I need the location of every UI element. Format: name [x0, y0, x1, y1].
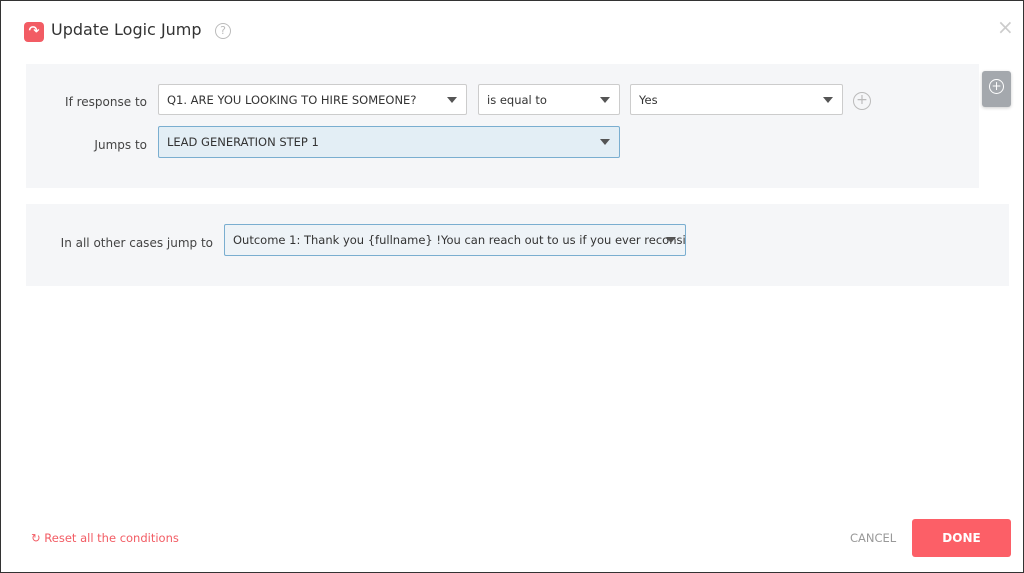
other-target-value: Outcome 1: Thank you {fullname} !You can…: [233, 233, 686, 247]
jump-target-value: LEAD GENERATION STEP 1: [167, 135, 319, 149]
value-value: Yes: [639, 92, 658, 107]
chevron-down-icon: [666, 237, 676, 243]
add-condition-icon[interactable]: +: [853, 92, 871, 110]
close-icon[interactable]: ×: [997, 15, 1014, 39]
chevron-down-icon: [600, 96, 610, 103]
reset-icon: ↻: [31, 531, 41, 545]
other-cases-select[interactable]: Outcome 1: Thank you {fullname} !You can…: [224, 224, 686, 256]
plus-circle-icon: +: [989, 79, 1004, 94]
if-response-label: If response to: [65, 95, 147, 109]
chevron-down-icon: [600, 139, 610, 145]
reset-label: Reset all the conditions: [44, 531, 179, 545]
other-cases-label: In all other cases jump to: [60, 236, 213, 250]
value-select[interactable]: Yes: [630, 84, 843, 115]
help-icon[interactable]: ?: [215, 23, 231, 39]
question-value: Q1. ARE YOU LOOKING TO HIRE SOMEONE?: [167, 92, 417, 107]
jumps-to-label: Jumps to: [94, 138, 147, 152]
cancel-button[interactable]: CANCEL: [850, 531, 896, 545]
reset-conditions-link[interactable]: ↻ Reset all the conditions: [31, 531, 179, 545]
question-select[interactable]: Q1. ARE YOU LOOKING TO HIRE SOMEONE?: [158, 84, 467, 115]
dialog-title: Update Logic Jump: [51, 20, 202, 39]
chevron-down-icon: [447, 96, 457, 103]
add-rule-button[interactable]: +: [982, 71, 1011, 107]
chevron-down-icon: [823, 96, 833, 103]
operator-select[interactable]: is equal to: [478, 84, 620, 115]
logic-jump-icon: ↷: [24, 22, 44, 42]
jump-target-select[interactable]: LEAD GENERATION STEP 1: [158, 126, 620, 158]
done-button[interactable]: DONE: [912, 519, 1011, 557]
operator-value: is equal to: [487, 92, 547, 107]
